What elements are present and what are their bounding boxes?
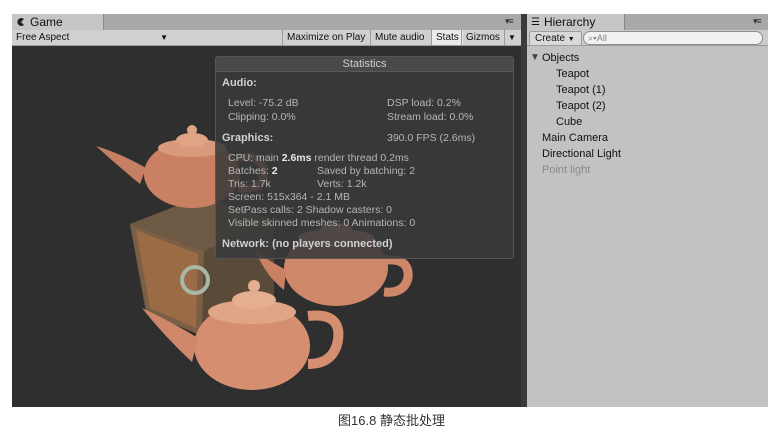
game-tab-label: Game (30, 15, 63, 29)
audio-level: Level: -75.2 dB (228, 97, 299, 109)
hierarchy-item-teapot-2[interactable]: Teapot (2) (556, 100, 606, 112)
create-button[interactable]: Create ▼ (529, 31, 582, 46)
hierarchy-item-cube[interactable]: Cube (556, 116, 582, 128)
search-placeholder: All (596, 33, 607, 43)
statistics-overlay: Statistics Audio: Level: -75.2 dB DSP lo… (215, 56, 514, 259)
aspect-label: Free Aspect (16, 32, 70, 43)
mute-audio-toggle[interactable]: Mute audio (370, 30, 428, 45)
hierarchy-list-icon: ☰ (531, 16, 540, 28)
hierarchy-item-teapot[interactable]: Teapot (556, 68, 589, 80)
hierarchy-tab-label: Hierarchy (543, 15, 596, 29)
hierarchy-item-teapot-1[interactable]: Teapot (1) (556, 84, 606, 96)
game-tab-bar: Game ▾≡ (12, 14, 521, 31)
batches-stat: Batches: 2 (228, 165, 278, 177)
unity-game-icon (17, 18, 24, 26)
dropdown-arrow-icon: ▼ (160, 33, 168, 42)
graphics-header: Graphics: (222, 132, 274, 144)
hierarchy-panel: ☰ Hierarchy ▾≡ Create ▼ ⌕▾All ▼ Objects … (527, 14, 768, 407)
audio-header: Audio: (222, 77, 257, 89)
game-tab[interactable]: Game (12, 14, 104, 30)
expand-arrow-icon[interactable]: ▼ (530, 52, 540, 63)
stats-toggle[interactable]: Stats (431, 30, 463, 45)
screen-stat: Screen: 515x364 - 2.1 MB (228, 191, 350, 203)
dsp-load: DSP load: 0.2% (387, 97, 461, 109)
batches-prefix: Batches: (228, 165, 272, 177)
hierarchy-item-directional-light[interactable]: Directional Light (542, 148, 621, 160)
hierarchy-tab[interactable]: ☰ Hierarchy (527, 14, 625, 30)
network-stat: Network: (no players connected) (222, 238, 393, 250)
aspect-dropdown[interactable]: Free Aspect ▼ (12, 30, 172, 45)
search-icon: ⌕▾ (588, 33, 597, 43)
fps-readout: 390.0 FPS (2.6ms) (387, 132, 476, 144)
cpu-main-value: 2.6ms (281, 152, 312, 164)
hierarchy-item-point-light[interactable]: Point light (542, 164, 590, 176)
game-viewport[interactable]: Statistics Audio: Level: -75.2 dB DSP lo… (12, 46, 521, 407)
hierarchy-item-main-camera[interactable]: Main Camera (542, 132, 608, 144)
gizmos-button[interactable]: Gizmos (461, 30, 504, 45)
panel-menu-icon[interactable]: ▾≡ (753, 16, 762, 27)
hierarchy-toolbar: Create ▼ ⌕▾All (527, 30, 768, 46)
cpu-prefix: CPU: main (228, 152, 282, 164)
hierarchy-search-input[interactable]: ⌕▾All (583, 31, 763, 45)
game-toolbar: Free Aspect ▼ Maximize on Play Mute audi… (12, 30, 521, 46)
tris-stat: Tris: 1.7k (228, 178, 271, 190)
cpu-stats: CPU: main 2.6ms render thread 0.2ms (228, 152, 409, 164)
setpass-stat: SetPass calls: 2 Shadow casters: 0 (228, 204, 392, 216)
game-panel: Game ▾≡ Free Aspect ▼ Maximize on Play M… (12, 14, 521, 407)
audio-clipping: Clipping: 0.0% (228, 111, 296, 123)
figure-caption: 图16.8 静态批处理 (338, 413, 445, 428)
hierarchy-tab-bar: ☰ Hierarchy ▾≡ (527, 14, 768, 31)
stream-load: Stream load: 0.0% (387, 111, 474, 123)
create-label: Create (535, 33, 566, 44)
batches-value: 2 (271, 165, 278, 177)
panel-menu-icon[interactable]: ▾≡ (505, 16, 514, 27)
render-thread: render thread 0.2ms (311, 152, 409, 164)
skinned-mesh-stat: Visible skinned meshes: 0 Animations: 0 (228, 217, 416, 229)
maximize-on-play-toggle[interactable]: Maximize on Play (282, 30, 369, 45)
dropdown-arrow-icon: ▼ (567, 36, 575, 43)
saved-by-batching: Saved by batching: 2 (317, 165, 416, 177)
verts-stat: Verts: 1.2k (317, 178, 367, 190)
gizmos-dropdown-icon[interactable]: ▼ (504, 30, 521, 45)
hierarchy-item-objects[interactable]: Objects (542, 52, 579, 64)
statistics-title: Statistics (216, 57, 513, 72)
